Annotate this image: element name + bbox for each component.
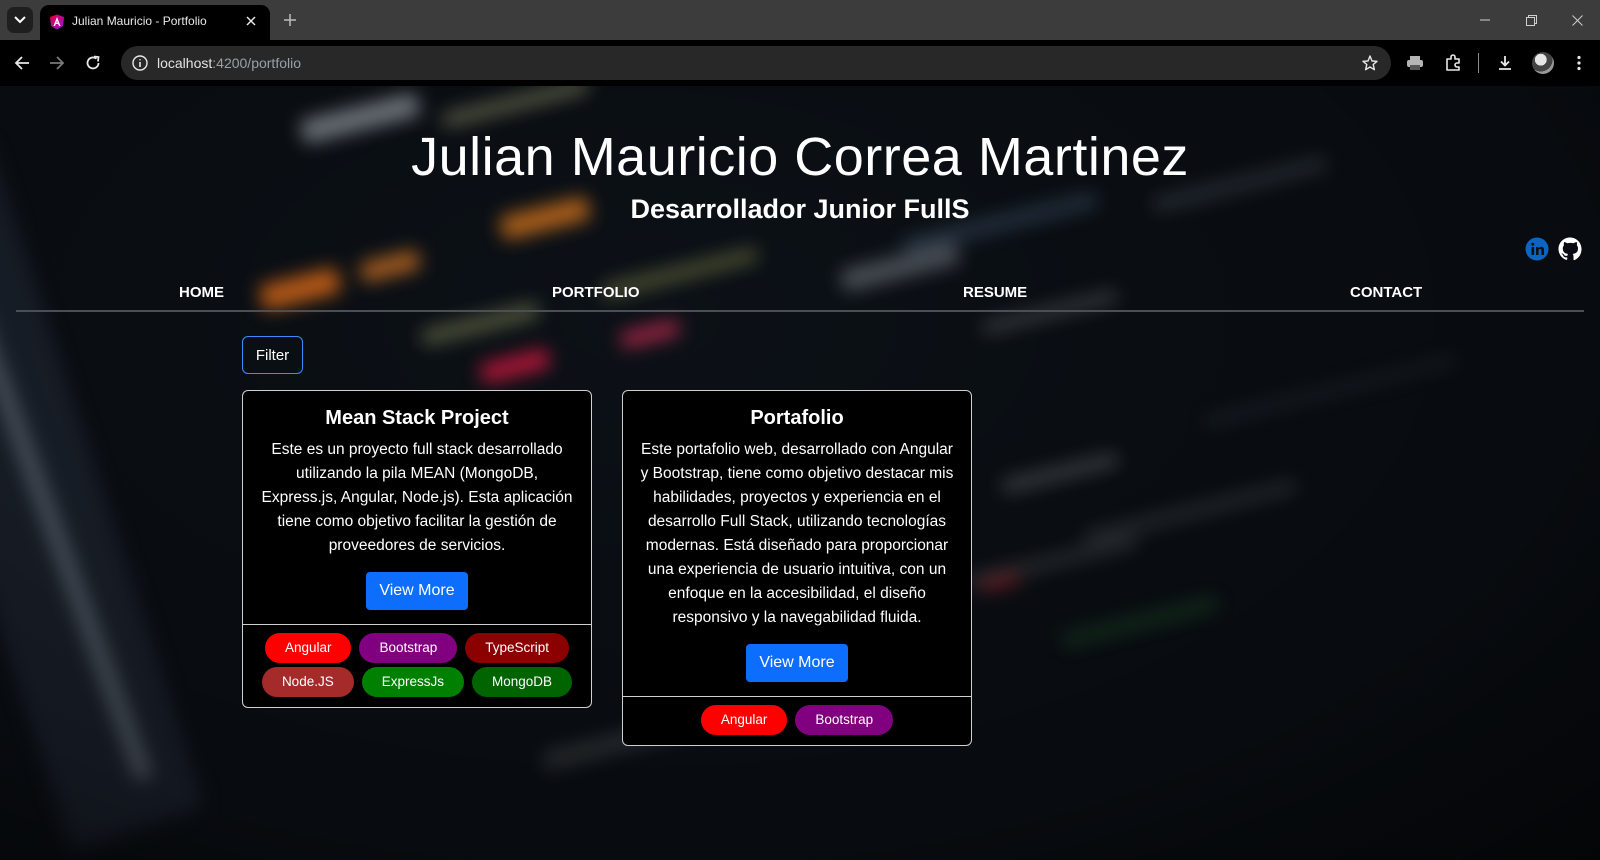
tag-nodejs: Node.JS xyxy=(261,667,354,697)
tag-angular: Angular xyxy=(264,633,352,663)
extensions-icon[interactable] xyxy=(1442,52,1464,74)
linkedin-icon[interactable] xyxy=(1524,236,1550,262)
star-icon[interactable] xyxy=(1361,54,1379,72)
main-nav: HOME PORTFOLIO RESUME CONTACT xyxy=(16,282,1584,312)
tag-angular: Angular xyxy=(700,705,788,735)
view-more-button[interactable]: View More xyxy=(366,572,468,610)
hero-role: Desarrollador Junior FullS xyxy=(630,194,970,224)
angular-favicon-icon xyxy=(50,14,64,30)
close-window-icon[interactable] xyxy=(1568,11,1586,29)
hero-name: Julian Mauricio Correa Martinez xyxy=(411,127,1189,187)
back-icon[interactable] xyxy=(11,52,33,74)
card-description: Este es un proyecto full stack desarroll… xyxy=(261,441,573,554)
card-title: Portafolio xyxy=(750,407,844,429)
restore-icon[interactable] xyxy=(1522,11,1540,29)
forward-icon[interactable] xyxy=(46,52,68,74)
tab-search-icon[interactable] xyxy=(7,7,33,33)
menu-icon[interactable] xyxy=(1568,52,1590,74)
card-body: Portafolio Este portafolio web, desarrol… xyxy=(623,391,971,696)
tag-expressjs: ExpressJs xyxy=(361,667,464,697)
tag-mongodb: MongoDB xyxy=(472,667,573,697)
page-viewport: Julian Mauricio Correa Martinez Desarrol… xyxy=(0,86,1600,860)
profile-avatar[interactable] xyxy=(1532,52,1554,74)
card-tags: Angular Bootstrap TypeScript Node.JS Exp… xyxy=(243,624,591,707)
card-description: Este portafolio web, desarrollado con An… xyxy=(640,441,954,626)
reload-icon[interactable] xyxy=(82,52,104,74)
toolbar-divider xyxy=(1478,53,1479,73)
project-card-mean-stack: Mean Stack Project Este es un proyecto f… xyxy=(242,390,592,708)
project-card-portafolio: Portafolio Este portafolio web, desarrol… xyxy=(622,390,972,746)
view-more-button[interactable]: View More xyxy=(746,644,848,682)
tag-bootstrap: Bootstrap xyxy=(795,705,894,735)
printer-icon[interactable] xyxy=(1404,52,1426,74)
url-text: localhost:4200/portfolio xyxy=(157,55,301,71)
address-bar[interactable]: localhost:4200/portfolio xyxy=(121,46,1391,80)
github-icon[interactable] xyxy=(1557,236,1583,262)
tag-bootstrap: Bootstrap xyxy=(359,633,458,663)
tag-typescript: TypeScript xyxy=(465,633,570,663)
card-tags: Angular Bootstrap xyxy=(623,696,971,745)
filter-button[interactable]: Filter xyxy=(242,336,303,374)
browser-toolbar: localhost:4200/portfolio xyxy=(0,40,1600,86)
download-icon[interactable] xyxy=(1494,52,1516,74)
nav-home[interactable]: HOME xyxy=(179,284,224,301)
nav-contact[interactable]: CONTACT xyxy=(1350,284,1422,301)
minimize-icon[interactable] xyxy=(1476,11,1494,29)
card-body: Mean Stack Project Este es un proyecto f… xyxy=(243,391,591,624)
browser-tab-bar: Julian Mauricio - Portfolio xyxy=(0,0,1600,40)
site-info-icon[interactable] xyxy=(131,54,149,72)
tab-title: Julian Mauricio - Portfolio xyxy=(72,14,207,28)
close-icon[interactable] xyxy=(242,12,260,30)
plus-icon[interactable] xyxy=(280,10,300,30)
nav-resume[interactable]: RESUME xyxy=(963,284,1027,301)
card-title: Mean Stack Project xyxy=(325,407,509,429)
nav-portfolio[interactable]: PORTFOLIO xyxy=(552,284,640,301)
browser-tab[interactable]: Julian Mauricio - Portfolio xyxy=(40,5,270,40)
